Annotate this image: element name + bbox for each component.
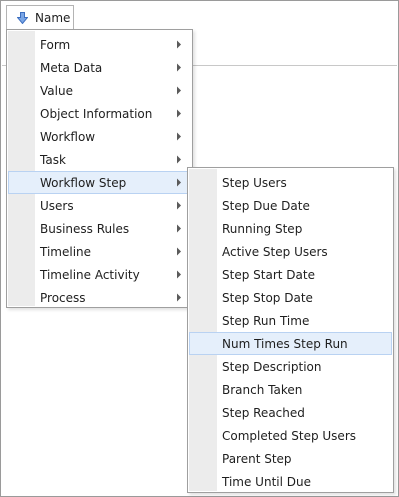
menu-item-workflow[interactable]: Workflow	[8, 125, 191, 148]
menu-item-label: Step Run Time	[222, 313, 310, 328]
menu-item-label: Timeline Activity	[40, 267, 140, 282]
menu-item-form[interactable]: Form	[8, 33, 191, 56]
submenu-item-step-run-time[interactable]: Step Run Time	[189, 309, 392, 332]
menu-item-label: Step Reached	[222, 405, 305, 420]
menu-item-label: Running Step	[222, 221, 303, 236]
submenu-item-step-start-date[interactable]: Step Start Date	[189, 263, 392, 286]
chevron-right-icon	[177, 293, 181, 302]
chevron-right-icon	[177, 247, 181, 256]
menu-item-label: Form	[40, 37, 71, 52]
menu-item-meta-data[interactable]: Meta Data	[8, 56, 191, 79]
menu-item-business-rules[interactable]: Business Rules	[8, 217, 191, 240]
name-column-button[interactable]: Name	[6, 5, 74, 30]
submenu-item-step-description[interactable]: Step Description	[189, 355, 392, 378]
chevron-right-icon	[177, 109, 181, 118]
chevron-right-icon	[177, 40, 181, 49]
submenu-item-running-step[interactable]: Running Step	[189, 217, 392, 240]
menu-item-label: Branch Taken	[222, 382, 303, 397]
submenu-item-num-times-step-run[interactable]: Num Times Step Run	[189, 332, 392, 355]
chevron-right-icon	[177, 178, 181, 187]
menu-item-users[interactable]: Users	[8, 194, 191, 217]
submenu-item-branch-taken[interactable]: Branch Taken	[189, 378, 392, 401]
chevron-right-icon	[177, 201, 181, 210]
field-category-menu: Form Meta Data Value Object Information Work…	[6, 29, 193, 308]
chevron-right-icon	[177, 132, 181, 141]
chevron-right-icon	[177, 86, 181, 95]
menu-item-process[interactable]: Process	[8, 286, 191, 309]
menu-item-workflow-step[interactable]: Workflow Step	[8, 171, 191, 194]
name-column-label: Name	[35, 11, 71, 25]
menu-item-label: Workflow Step	[40, 175, 127, 190]
submenu-item-completed-step-users[interactable]: Completed Step Users	[189, 424, 392, 447]
menu-item-object-information[interactable]: Object Information	[8, 102, 191, 125]
menu-item-label: Process	[40, 290, 86, 305]
menu-item-label: Object Information	[40, 106, 153, 121]
menu-item-label: Time Until Due	[222, 474, 311, 489]
menu-item-label: Workflow	[40, 129, 96, 144]
submenu-item-active-step-users[interactable]: Active Step Users	[189, 240, 392, 263]
menu-item-timeline-activity[interactable]: Timeline Activity	[8, 263, 191, 286]
submenu-item-parent-step[interactable]: Parent Step	[189, 447, 392, 470]
submenu-item-step-stop-date[interactable]: Step Stop Date	[189, 286, 392, 309]
menu-item-label: Business Rules	[40, 221, 130, 236]
menu-item-label: Meta Data	[40, 60, 103, 75]
menu-item-label: Parent Step	[222, 451, 292, 466]
menu-item-value[interactable]: Value	[8, 79, 191, 102]
menu-item-label: Value	[40, 83, 73, 98]
submenu-item-time-until-due[interactable]: Time Until Due	[189, 470, 392, 493]
menu-item-label: Active Step Users	[222, 244, 328, 259]
menu-item-label: Users	[40, 198, 74, 213]
chevron-right-icon	[177, 270, 181, 279]
menu-item-label: Step Stop Date	[222, 290, 313, 305]
menu-item-label: Step Users	[222, 175, 287, 190]
workflow-step-submenu: Step Users Step Due Date Running Step Activ…	[187, 167, 394, 493]
menu-item-label: Step Description	[222, 359, 322, 374]
menu-item-label: Step Due Date	[222, 198, 310, 213]
menu-item-label: Num Times Step Run	[222, 336, 348, 351]
menu-item-task[interactable]: Task	[8, 148, 191, 171]
submenu-item-step-reached[interactable]: Step Reached	[189, 401, 392, 424]
menu-item-label: Task	[40, 152, 66, 167]
chevron-right-icon	[177, 155, 181, 164]
menu-item-label: Completed Step Users	[222, 428, 357, 443]
down-arrow-icon	[17, 12, 31, 24]
menu-item-label: Step Start Date	[222, 267, 315, 282]
menu-item-label: Timeline	[40, 244, 92, 259]
menu-item-timeline[interactable]: Timeline	[8, 240, 191, 263]
chevron-right-icon	[177, 224, 181, 233]
submenu-item-step-due-date[interactable]: Step Due Date	[189, 194, 392, 217]
submenu-item-step-users[interactable]: Step Users	[189, 171, 392, 194]
chevron-right-icon	[177, 63, 181, 72]
